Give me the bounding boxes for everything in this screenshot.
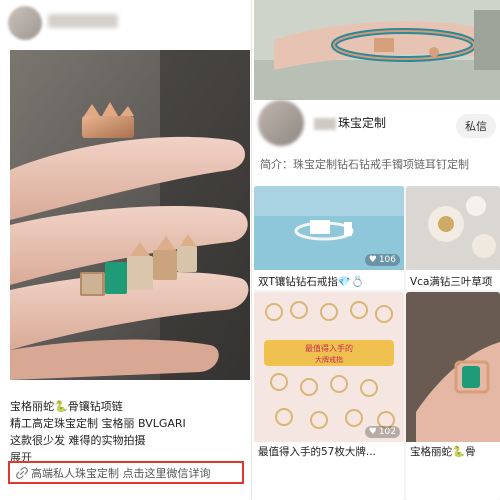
post-grid: ♥ 106 双T镶钻钻石戒指💎💍 Vca满钻三叶草项 最值得入手的 大牌戒指 ♥… <box>254 186 500 500</box>
private-message-button[interactable]: 私信 <box>456 114 496 138</box>
profile-banner-bracelet-photo <box>254 0 500 100</box>
profile-page: 珠宝定制 私信 简介：珠宝定制钻石钻戒手镯项链耳钉定制 ♥ 106 双T镶钻钻石… <box>254 0 500 500</box>
consult-link-highlighted[interactable]: 高端私人珠宝定制 点击这里微信详询 <box>8 461 244 484</box>
post-card-4-title: 宝格丽蛇🐍骨 <box>410 446 476 458</box>
author-name-blurred[interactable] <box>48 14 118 28</box>
post-card-2-image <box>406 186 500 270</box>
post-card-1-title: 双T镶钻钻石戒指💎💍 <box>258 276 365 288</box>
post-card-1-like-count: 106 <box>378 255 396 265</box>
heart-icon: ♥ <box>368 427 377 437</box>
post-photo-ring-on-fingers[interactable] <box>10 50 250 380</box>
profile-name: 珠宝定制 <box>314 114 386 131</box>
hand-photo <box>10 50 250 380</box>
profile-avatar[interactable] <box>258 100 304 146</box>
screenshot-page: 宝格丽蛇🐍骨镶钻项链 精工高定珠宝定制 宝格丽 BVLGARI 这款很少发 难得… <box>0 0 500 500</box>
author-avatar[interactable] <box>8 6 42 40</box>
post-card-3-image: 最值得入手的 大牌戒指 ♥ 102 <box>254 292 404 442</box>
caption-line-3: 这款很少发 难得的实物拍摄 <box>10 434 146 447</box>
post-card-3-title: 最值得入手的57枚大牌... <box>258 446 376 458</box>
heart-icon: ♥ <box>368 255 377 265</box>
consult-link-text: 高端私人珠宝定制 点击这里微信详询 <box>31 466 211 480</box>
promo-overlay-line-1: 最值得入手的 <box>305 343 353 353</box>
post-card-4-image <box>406 292 500 442</box>
post-card-1[interactable]: ♥ 106 双T镶钻钻石戒指💎💍 <box>254 186 404 290</box>
post-card-3-likes: ♥ 102 <box>364 426 400 438</box>
post-card-2[interactable]: Vca满钻三叶草项 <box>406 186 500 290</box>
post-card-1-likes: ♥ 106 <box>364 254 400 266</box>
bracelet-photo <box>254 0 500 100</box>
caption-line-1: 宝格丽蛇🐍骨镶钻项链 <box>10 400 123 413</box>
profile-name-suffix: 珠宝定制 <box>338 116 387 130</box>
post-author-header[interactable] <box>0 0 252 50</box>
profile-intro: 简介：珠宝定制钻石钻戒手镯项链耳钉定制 <box>260 158 469 171</box>
promo-overlay-line-2: 大牌戒指 <box>315 355 343 364</box>
post-card-4[interactable]: 宝格丽蛇🐍骨 <box>406 292 500 500</box>
post-card-3-like-count: 102 <box>378 427 396 437</box>
profile-info: 珠宝定制 私信 <box>254 100 500 150</box>
link-icon <box>16 466 28 479</box>
post-card-1-image: ♥ 106 <box>254 186 404 270</box>
post-detail: 宝格丽蛇🐍骨镶钻项链 精工高定珠宝定制 宝格丽 BVLGARI 这款很少发 难得… <box>0 0 252 500</box>
post-card-3[interactable]: 最值得入手的 大牌戒指 ♥ 102 最值得入手的57枚大牌... <box>254 292 404 500</box>
profile-name-blurred-part <box>314 117 336 130</box>
caption-line-2: 精工高定珠宝定制 宝格丽 BVLGARI <box>10 417 186 430</box>
post-caption: 宝格丽蛇🐍骨镶钻项链 精工高定珠宝定制 宝格丽 BVLGARI 这款很少发 难得… <box>10 398 250 466</box>
post-card-2-title: Vca满钻三叶草项 <box>410 276 493 288</box>
